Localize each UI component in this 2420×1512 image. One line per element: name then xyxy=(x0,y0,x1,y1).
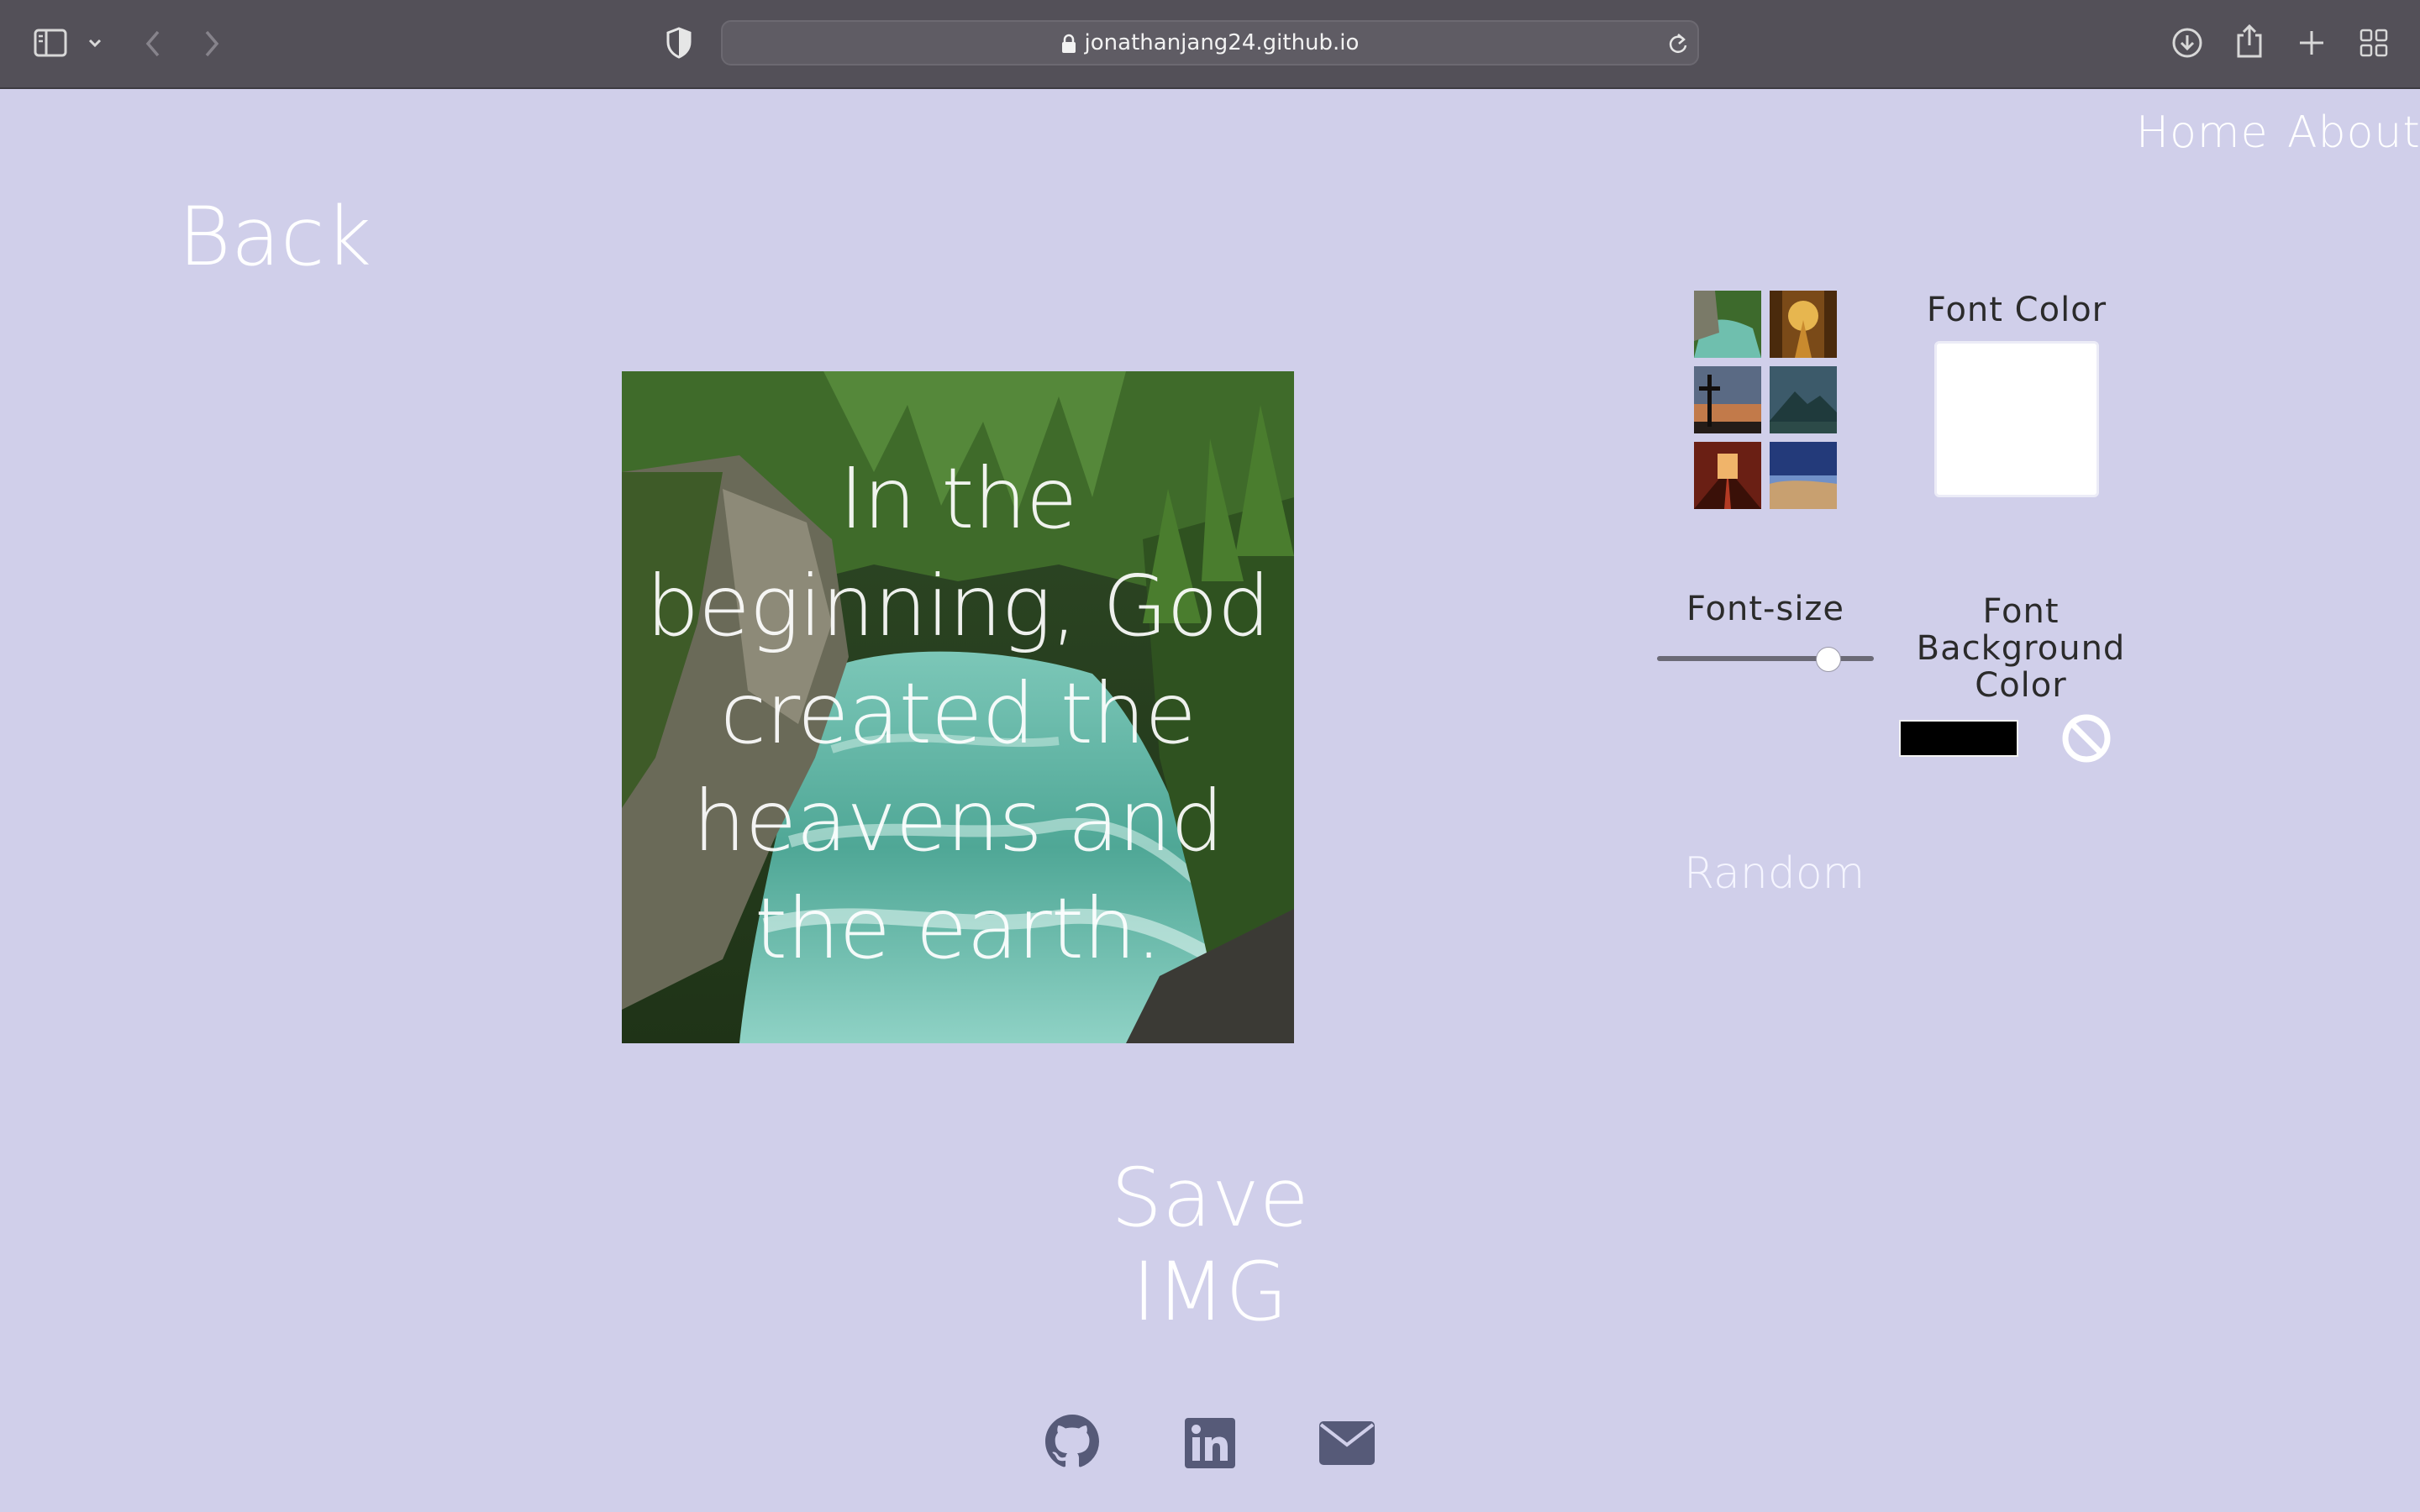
font-size-slider-track[interactable] xyxy=(1657,656,1874,661)
share-icon[interactable] xyxy=(2235,24,2264,59)
nav-about-link[interactable]: About xyxy=(2287,108,2420,158)
font-size-label: Font-size xyxy=(1686,590,1845,628)
back-arrow-icon[interactable] xyxy=(143,29,163,59)
thumbnail-cross-sunset[interactable] xyxy=(1694,366,1761,433)
reload-icon[interactable] xyxy=(1667,32,1689,55)
thumbnail-desert-night[interactable] xyxy=(1770,442,1837,509)
font-color-picker[interactable] xyxy=(1934,341,2099,497)
chevron-down-icon[interactable] xyxy=(87,37,103,49)
thumbnail-mountains[interactable] xyxy=(1770,366,1837,433)
random-button[interactable]: Random xyxy=(1684,848,1865,899)
tab-overview-icon[interactable] xyxy=(2360,29,2388,57)
thumbnail-forest-path[interactable] xyxy=(1770,291,1837,358)
lock-icon xyxy=(1061,34,1076,53)
nav-home-link[interactable]: Home xyxy=(2136,108,2269,158)
verse-image-canvas: In the beginning, God created the heaven… xyxy=(622,371,1294,1043)
thumbnail-church-aisle[interactable] xyxy=(1694,442,1761,509)
linkedin-icon[interactable] xyxy=(1185,1418,1235,1468)
font-background-color-picker[interactable] xyxy=(1899,720,2018,757)
new-tab-icon[interactable] xyxy=(2297,29,2326,57)
font-background-color-label: Font Background Color xyxy=(1916,592,2126,705)
downloads-icon[interactable] xyxy=(2171,27,2203,59)
browser-toolbar: jonathanjang24.github.io xyxy=(0,0,2420,89)
font-size-slider-thumb[interactable] xyxy=(1815,647,1841,672)
thumbnail-river[interactable] xyxy=(1694,291,1761,358)
privacy-shield-icon[interactable] xyxy=(666,27,692,59)
font-color-label: Font Color xyxy=(1926,291,2107,329)
save-image-button[interactable]: Save IMG xyxy=(1035,1151,1385,1339)
no-background-icon[interactable] xyxy=(2060,712,2112,764)
sidebar-toggle-icon[interactable] xyxy=(34,29,67,57)
address-bar[interactable]: jonathanjang24.github.io xyxy=(721,20,1699,66)
verse-text[interactable]: In the beginning, God created the heaven… xyxy=(622,445,1294,983)
url-text: jonathanjang24.github.io xyxy=(1084,30,1360,55)
email-icon[interactable] xyxy=(1319,1421,1375,1465)
back-link[interactable]: Back xyxy=(178,190,371,284)
github-icon[interactable] xyxy=(1045,1415,1099,1468)
forward-arrow-icon[interactable] xyxy=(202,29,222,59)
